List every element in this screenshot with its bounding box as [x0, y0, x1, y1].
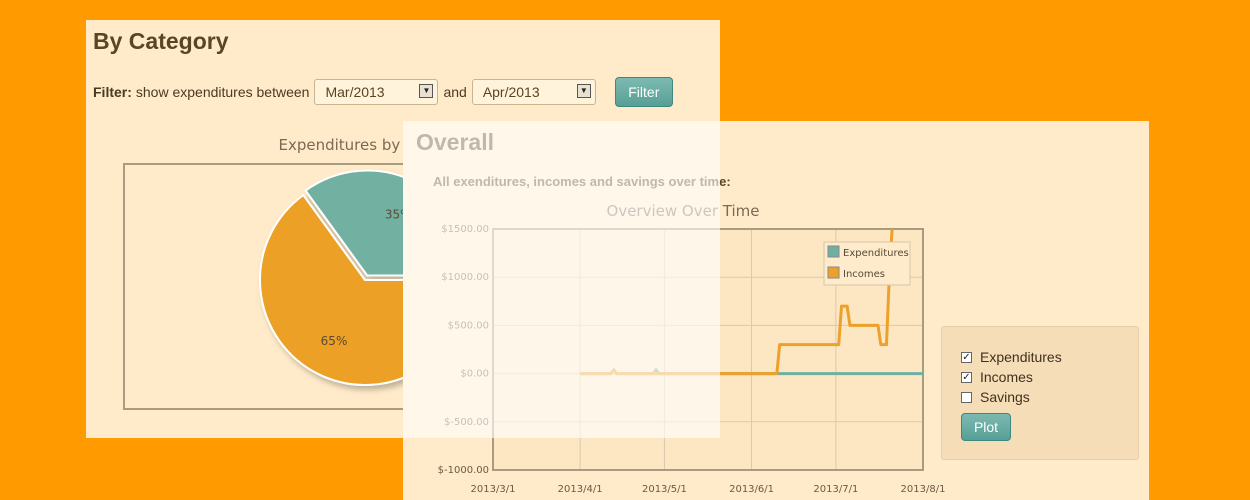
x-tick-label: 2013/3/1: [471, 484, 516, 495]
chevron-down-icon: ▼: [419, 84, 434, 98]
x-tick-label: 2013/5/1: [642, 484, 687, 495]
savings-toggle[interactable]: Savings: [961, 389, 1030, 405]
x-tick-label: 2013/7/1: [813, 484, 858, 495]
line-chart: $-1000.00 $-500.00 $0.00 $500.00 $1000.00 $15…: [438, 224, 946, 495]
y-tick-label: $0.00: [460, 369, 489, 380]
line-legend: Expenditures Incomes: [823, 241, 911, 286]
y-tick-label: $-1000.00: [438, 465, 489, 476]
plot-button[interactable]: Plot: [961, 413, 1011, 441]
series-controls: ✓ Expenditures ✓ Incomes Savings Plot: [941, 326, 1139, 460]
expenditures-toggle[interactable]: ✓ Expenditures: [961, 349, 1062, 365]
incomes-toggle-label: Incomes: [980, 369, 1033, 385]
line-legend-swatch: [827, 245, 840, 258]
expenditures-checkbox[interactable]: ✓: [961, 351, 972, 363]
x-tick-label: 2013/4/1: [558, 484, 603, 495]
y-tick-label: $500.00: [448, 320, 489, 331]
filter-text: show expenditures between: [135, 84, 310, 100]
line-legend-label: Expenditures: [843, 248, 909, 259]
x-tick-label: 2013/6/1: [729, 484, 774, 495]
line-legend-label: Incomes: [843, 269, 885, 280]
filter-button[interactable]: Filter: [614, 77, 673, 107]
expenditures-toggle-label: Expenditures: [980, 349, 1062, 365]
y-tick-label: $-500.00: [444, 417, 489, 428]
end-month-value: Apr/2013: [482, 84, 540, 100]
pie-slice-label: 65%: [321, 334, 348, 348]
chevron-down-icon: ▼: [576, 84, 591, 98]
filter-label: Filter:: [93, 84, 132, 100]
filter-row: Filter: show expenditures between Mar/20…: [93, 76, 673, 108]
x-tick-label: 2013/8/1: [901, 484, 946, 495]
incomes-checkbox[interactable]: ✓: [961, 371, 972, 383]
y-tick-label: $1500.00: [441, 224, 489, 235]
savings-checkbox[interactable]: [961, 391, 972, 403]
savings-toggle-label: Savings: [980, 389, 1030, 405]
y-tick-label: $1000.00: [441, 272, 489, 283]
line-legend-swatch: [827, 266, 840, 279]
incomes-toggle[interactable]: ✓ Incomes: [961, 369, 1033, 385]
start-month-select[interactable]: Mar/2013 ▼: [314, 79, 439, 105]
start-month-value: Mar/2013: [325, 84, 385, 100]
and-text: and: [443, 84, 467, 100]
end-month-select[interactable]: Apr/2013 ▼: [471, 79, 596, 105]
by-category-title: By Category: [93, 28, 229, 54]
